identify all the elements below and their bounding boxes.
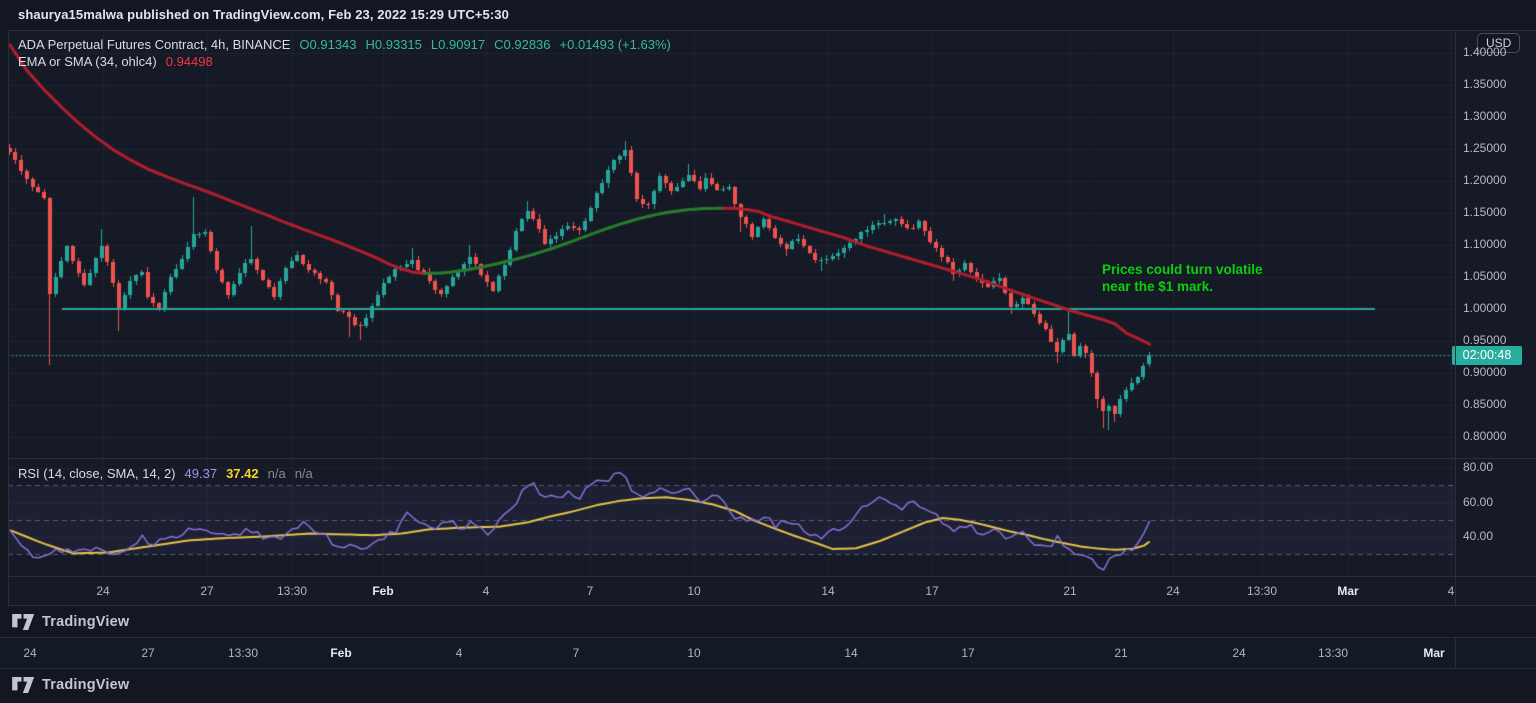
secondary-time-axis-label: 7	[572, 646, 580, 660]
time-axis-label: 24	[96, 584, 110, 598]
rsi-na-1: n/a	[267, 466, 286, 481]
axis-separator	[8, 576, 1536, 577]
tradingview-logo-icon	[12, 614, 35, 630]
secondary-time-axis[interactable]: 24 27 13:30 Feb 4 7 10 14 17 21 24 13:30 Mar	[0, 637, 1536, 669]
tradingview-attribution-1[interactable]: TradingView	[12, 611, 129, 633]
time-axis[interactable]: 24 27 13:30 Feb 4 7 10 14 17 21 24 13:30 Mar 4	[8, 576, 1455, 606]
time-axis-label: 10	[687, 584, 701, 598]
rsi-value: 49.37	[184, 466, 218, 481]
secondary-time-axis-label: 13:30	[227, 646, 259, 660]
secondary-time-axis-label: 17	[961, 646, 975, 660]
tradingview-logo-text: TradingView	[42, 677, 130, 693]
rsi-axis-label: 40.00	[1463, 529, 1494, 543]
secondary-time-axis-label: 24	[1232, 646, 1246, 660]
time-axis-label: 7	[586, 584, 594, 598]
ema-indicator-label[interactable]: EMA or SMA (34, ohlc4)	[18, 54, 157, 69]
page: { "publish_bar": {"text": "shaurya15malw…	[0, 0, 1536, 703]
price-axis-label: 1.25000	[1463, 141, 1507, 155]
price-axis-label: 1.05000	[1463, 269, 1507, 283]
secondary-time-axis-label: Feb	[330, 646, 352, 660]
time-axis-label: 21	[1063, 584, 1077, 598]
secondary-time-axis-label: 13:30	[1317, 646, 1349, 660]
price-axis-label: 1.20000	[1463, 173, 1507, 187]
publish-bar: shaurya15malwa published on TradingView.…	[0, 0, 1536, 30]
price-axis-label: 1.35000	[1463, 77, 1507, 91]
time-axis-label: 14	[821, 584, 835, 598]
secondary-time-axis-label: 14	[844, 646, 858, 660]
chart-annotation[interactable]: Prices could turn volatile near the $1 m…	[1102, 261, 1263, 295]
symbol-title[interactable]: ADA Perpetual Futures Contract, 4h, BINA…	[18, 37, 290, 52]
price-axis-label: 1.00000	[1463, 301, 1507, 315]
frame-border-bottom	[8, 605, 1536, 606]
rsi-na-2: n/a	[294, 466, 313, 481]
secondary-time-axis-label: 10	[687, 646, 701, 660]
price-axis-label: 1.10000	[1463, 237, 1507, 251]
rsi-sma-value: 37.42	[226, 466, 259, 481]
secondary-time-axis-label: 24	[23, 646, 37, 660]
price-axis-label: 0.90000	[1463, 365, 1507, 379]
symbol-legend: ADA Perpetual Futures Contract, 4h, BINA…	[18, 37, 671, 71]
publish-text: shaurya15malwa published on TradingView.…	[18, 7, 509, 22]
time-axis-label: Mar	[1337, 584, 1359, 598]
price-axis-label: 1.30000	[1463, 109, 1507, 123]
ohlc-low: L0.90917	[430, 37, 486, 52]
time-axis-label: 4	[482, 584, 490, 598]
price-axis-label: 1.40000	[1463, 45, 1507, 59]
time-axis-label: 24	[1166, 584, 1180, 598]
secondary-axis-divider	[1455, 638, 1456, 668]
price-axis-label: 0.80000	[1463, 429, 1507, 443]
ohlc-change: +0.01493 (+1.63%)	[559, 37, 671, 52]
price-axis-divider	[1455, 30, 1456, 606]
secondary-time-axis-label: 21	[1114, 646, 1128, 660]
price-axis-label: 0.85000	[1463, 397, 1507, 411]
time-axis-label: 13:30	[276, 584, 308, 598]
secondary-time-axis-label: 27	[141, 646, 155, 660]
bar-countdown-badge: 02:00:48	[1452, 346, 1522, 365]
time-axis-label: 4	[1447, 584, 1455, 598]
pane-separator[interactable]	[8, 458, 1536, 459]
price-pane-canvas[interactable]	[8, 30, 1455, 458]
price-axis-label: 0.95000	[1463, 333, 1507, 347]
tradingview-logo-icon	[12, 677, 35, 693]
frame-border-left	[8, 30, 9, 606]
chart-container[interactable]: ADA Perpetual Futures Contract, 4h, BINA…	[8, 30, 1536, 606]
ema-indicator-value: 0.94498	[165, 54, 213, 69]
annotation-line-1: Prices could turn volatile	[1102, 262, 1263, 277]
rsi-indicator-label[interactable]: RSI (14, close, SMA, 14, 2)	[18, 466, 176, 481]
rsi-legend: RSI (14, close, SMA, 14, 2) 49.37 37.42 …	[18, 466, 313, 481]
tradingview-attribution-2[interactable]: TradingView	[12, 674, 129, 696]
rsi-axis-label: 80.00	[1463, 460, 1494, 474]
time-axis-label: 27	[200, 584, 214, 598]
frame-border-top	[8, 30, 1536, 31]
secondary-time-axis-label: 4	[455, 646, 463, 660]
annotation-line-2: near the $1 mark.	[1102, 279, 1214, 294]
ohlc-high: H0.93315	[365, 37, 422, 52]
time-axis-label: 17	[925, 584, 939, 598]
secondary-time-axis-label: Mar	[1423, 646, 1445, 660]
time-axis-label: Feb	[372, 584, 394, 598]
price-axis-label: 1.15000	[1463, 205, 1507, 219]
tradingview-logo-text: TradingView	[42, 614, 130, 630]
ohlc-close: C0.92836	[494, 37, 551, 52]
time-axis-label: 13:30	[1246, 584, 1278, 598]
rsi-axis-label: 60.00	[1463, 495, 1494, 509]
ohlc-open: O0.91343	[299, 37, 357, 52]
